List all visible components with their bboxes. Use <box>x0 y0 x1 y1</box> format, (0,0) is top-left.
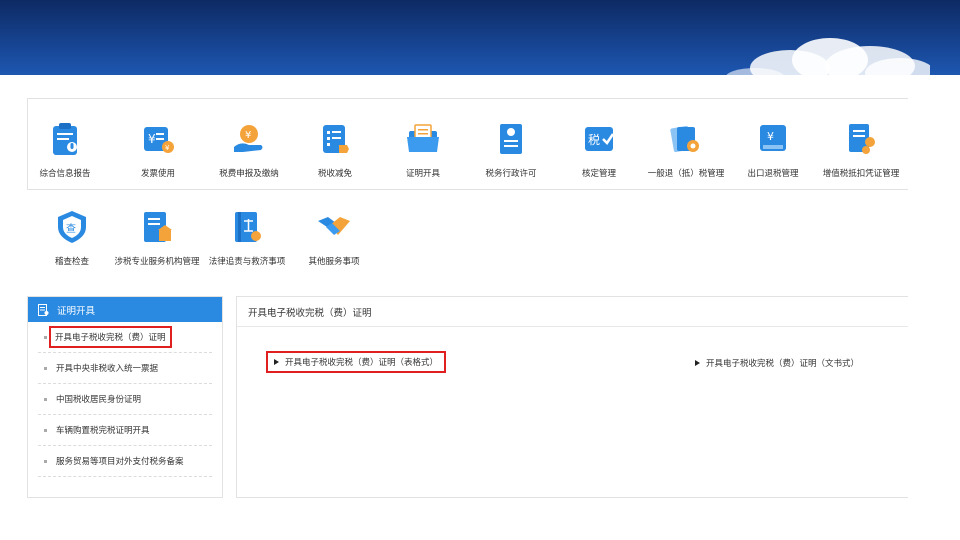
sidebar-item-tax-residency[interactable]: 中国税收居民身份证明 <box>38 384 212 415</box>
folder-document-icon <box>407 124 439 152</box>
hand-coin-icon: ¥ <box>234 125 263 152</box>
service-tile-admin-license[interactable]: 税务行政许可 <box>466 121 556 180</box>
link-table-format[interactable]: 开具电子税收完税（费）证明（表格式） <box>266 351 447 373</box>
bullet-icon <box>44 398 47 401</box>
svg-text:¥: ¥ <box>148 132 156 146</box>
sidebar-header: 证明开具 <box>28 297 222 322</box>
bullet-icon <box>44 460 47 463</box>
certificate-doc-icon <box>38 303 49 316</box>
service-label: 其他服务事项 <box>308 257 360 267</box>
service-tile-inspection[interactable]: 查 稽查检查 <box>27 209 117 268</box>
sidebar: 证明开具 开具电子税收完税（费）证明 开具中央非税收入统一票据 中国税收居民身份… <box>27 296 223 498</box>
link-label: 开具电子税收完税（费）证明（表格式） <box>285 358 439 368</box>
sidebar-item-service-trade-filing[interactable]: 服务贸易等项目对外支付税务备案 <box>38 446 212 477</box>
service-label: 税务行政许可 <box>485 169 537 179</box>
service-tile-other[interactable]: 其他服务事项 <box>289 209 379 268</box>
sidebar-item-label: 开具中央非税收入统一票据 <box>56 364 159 374</box>
handshake-icon <box>318 217 350 235</box>
svg-text:¥: ¥ <box>165 144 170 152</box>
svg-text:查: 查 <box>66 222 76 235</box>
content-title: 开具电子税收完税（费）证明 <box>237 297 908 327</box>
service-label: 税费申报及缴纳 <box>219 169 279 179</box>
service-label: 涉税专业服务机构管理 <box>114 257 200 267</box>
document-gears-icon <box>849 124 875 154</box>
service-tile-invoice[interactable]: ¥ ¥ 发票使用 <box>113 121 203 180</box>
service-label: 出口退税管理 <box>747 169 799 179</box>
document-building-icon <box>144 212 172 242</box>
service-label: 一般退（抵）税管理 <box>647 169 725 179</box>
sidebar-item-e-tax-certificate[interactable]: 开具电子税收完税（费）证明 <box>38 322 212 353</box>
cards-gear-icon <box>670 125 699 153</box>
svg-text:税: 税 <box>588 133 600 147</box>
bullet-icon <box>44 367 47 370</box>
service-tile-legal-remedy[interactable]: 法律追责与救济事项 <box>202 209 292 268</box>
sidebar-item-label: 中国税收居民身份证明 <box>56 395 142 405</box>
top-banner <box>0 0 960 75</box>
service-tile-declare-pay[interactable]: ¥ 税费申报及缴纳 <box>204 121 294 180</box>
service-icon-panel: 综合信息报告 ¥ ¥ 发票使用 ¥ 税费申报及缴纳 税收减免 证明开具 税务行政… <box>27 98 908 190</box>
sidebar-item-label: 开具电子税收完税（费）证明 <box>49 326 172 348</box>
svg-text:¥: ¥ <box>767 130 774 143</box>
cloud-decoration <box>726 38 930 75</box>
svg-text:¥: ¥ <box>245 130 251 141</box>
service-tile-agency-mgmt[interactable]: 涉税专业服务机构管理 <box>112 209 202 268</box>
service-tile-info-report[interactable]: 综合信息报告 <box>20 121 110 180</box>
bullet-icon <box>44 429 47 432</box>
link-document-format[interactable]: 开具电子税收完税（费）证明（文书式） <box>695 357 859 369</box>
service-label: 证明开具 <box>405 169 440 179</box>
service-tile-assessment[interactable]: 税 核定管理 <box>554 121 644 180</box>
service-label: 法律追责与救济事项 <box>208 257 286 267</box>
service-label: 增值税抵扣凭证管理 <box>822 169 900 179</box>
sidebar-item-central-nontax-receipt[interactable]: 开具中央非税收入统一票据 <box>38 353 212 384</box>
document-tag-icon <box>323 125 349 153</box>
service-label: 综合信息报告 <box>39 169 91 179</box>
service-label: 税收减免 <box>317 169 352 179</box>
clipboard-mic-icon <box>53 123 77 155</box>
service-tile-vat-deduction[interactable]: 增值税抵扣凭证管理 <box>816 121 906 180</box>
certificate-icon <box>500 124 522 154</box>
invoice-yen-icon: ¥ ¥ <box>144 127 174 153</box>
play-triangle-icon <box>695 360 700 366</box>
sidebar-item-label: 服务贸易等项目对外支付税务备案 <box>56 457 184 467</box>
play-triangle-icon <box>274 359 279 365</box>
sidebar-title: 证明开具 <box>57 305 96 317</box>
service-label: 核定管理 <box>581 169 616 179</box>
link-label: 开具电子税收完税（费）证明（文书式） <box>706 359 860 369</box>
export-yen-icon: ¥ <box>760 125 786 151</box>
service-label: 发票使用 <box>140 169 175 179</box>
sidebar-item-label: 车辆购置税完税证明开具 <box>56 426 150 436</box>
sidebar-item-vehicle-tax[interactable]: 车辆购置税完税证明开具 <box>38 415 212 446</box>
service-tile-certificate[interactable]: 证明开具 <box>378 121 468 180</box>
service-icon-row-2: 查 稽查检查 涉税专业服务机构管理 法律追责与救济事项 其他服务事项 <box>27 205 908 285</box>
bullet-icon <box>44 336 47 339</box>
tax-check-icon: 税 <box>585 127 615 151</box>
shield-inspect-icon: 查 <box>58 211 86 243</box>
law-book-icon <box>235 212 261 242</box>
content-panel: 开具电子税收完税（费）证明 开具电子税收完税（费）证明（表格式） 开具电子税收完… <box>236 296 908 498</box>
service-tile-export-refund[interactable]: ¥ 出口退税管理 <box>728 121 818 180</box>
service-tile-tax-relief[interactable]: 税收减免 <box>290 121 380 180</box>
service-label: 稽查检查 <box>54 257 89 267</box>
service-tile-refund[interactable]: 一般退（抵）税管理 <box>641 121 731 180</box>
